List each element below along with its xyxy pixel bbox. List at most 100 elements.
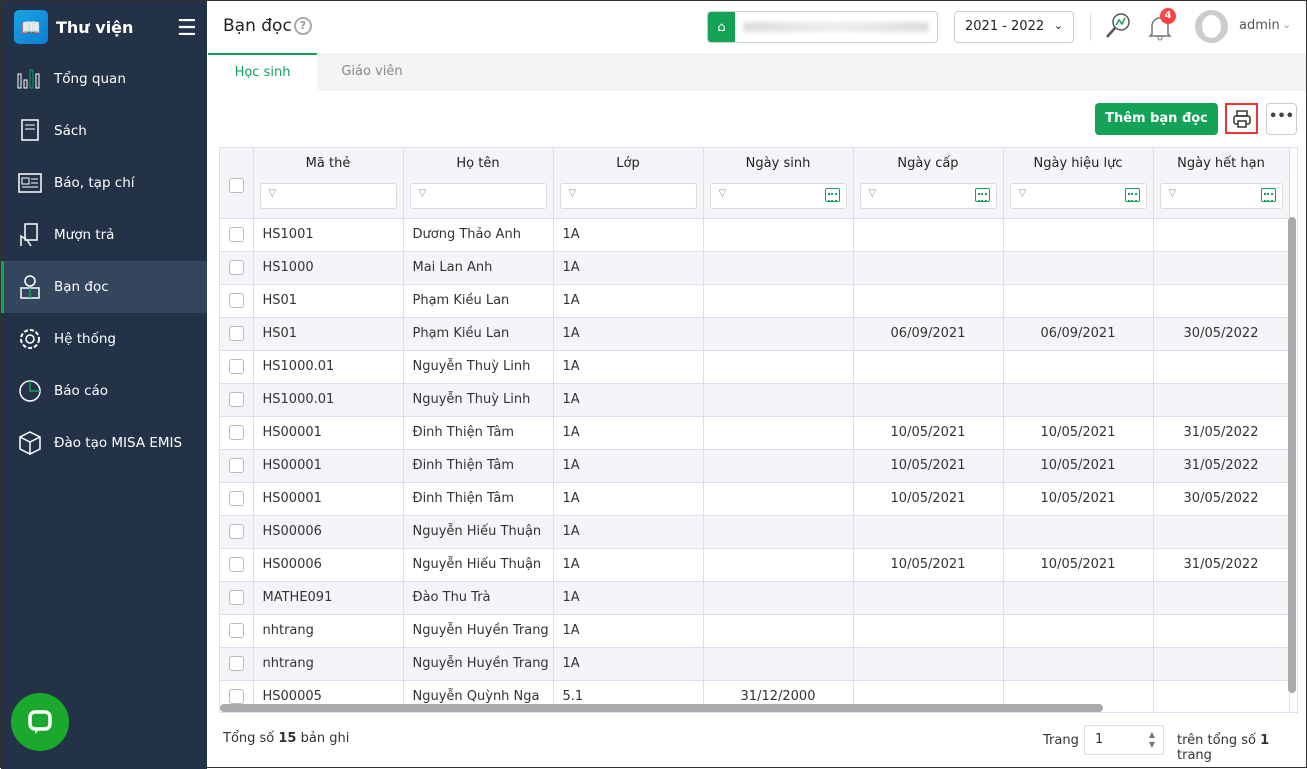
table-row[interactable]: HS00001 Đinh Thiện Tâm 1A 10/05/2021 10/05/2… — [220, 449, 1290, 483]
table-row[interactable]: HS1001 Dương Thảo Anh 1A — [220, 218, 1290, 252]
table-cell: Mai Lan Anh — [403, 251, 554, 285]
sidebar-item-5[interactable]: Hệ thống — [1, 313, 207, 365]
column-filter-input[interactable]: ▽ — [559, 183, 697, 209]
column-header[interactable]: Ngày hiệu lực ▽ — [1003, 148, 1154, 219]
table-cell — [1153, 284, 1290, 318]
menu-icon[interactable]: ☰ — [177, 16, 197, 41]
table-row[interactable]: HS00001 Đinh Thiện Tâm 1A 10/05/2021 10/05/2… — [220, 416, 1290, 450]
school-year-value: 2021 - 2022 — [965, 19, 1045, 34]
table-cell: Nguyễn Thuỳ Linh — [403, 350, 554, 384]
search-analytics-icon[interactable] — [1103, 11, 1133, 41]
column-filter-input[interactable]: ▽ — [1159, 183, 1283, 209]
row-checkbox[interactable] — [229, 392, 244, 407]
table-row[interactable]: HS00006 Nguyễn Hiếu Thuận 1A 10/05/2021 10/0… — [220, 548, 1290, 582]
row-checkbox[interactable] — [229, 623, 244, 638]
table-row[interactable]: HS00006 Nguyễn Hiếu Thuận 1A — [220, 515, 1290, 549]
column-header[interactable]: Ngày sinh ▽ — [703, 148, 854, 219]
tab-hoc-sinh[interactable]: Học sinh — [208, 53, 317, 91]
table-cell — [1153, 383, 1290, 417]
table-cell — [853, 218, 1004, 252]
row-checkbox[interactable] — [229, 458, 244, 473]
table-cell: 1A — [553, 614, 704, 648]
column-header[interactable]: Mã thẻ ▽ — [253, 148, 404, 219]
row-checkbox[interactable] — [229, 425, 244, 440]
sidebar-item-2[interactable]: Báo, tạp chí — [1, 157, 207, 209]
column-header[interactable]: Họ tên ▽ — [403, 148, 554, 219]
row-checkbox[interactable] — [229, 524, 244, 539]
vertical-scrollbar[interactable] — [1288, 217, 1296, 693]
table-row[interactable]: nhtrang Nguyễn Huyền Trang 1A — [220, 647, 1290, 681]
row-select-cell — [220, 482, 254, 516]
sidebar-item-7[interactable]: Đào tạo MISA EMIS — [1, 417, 207, 469]
select-all-checkbox[interactable] — [228, 178, 244, 193]
sidebar-item-4[interactable]: Bạn đọc — [1, 261, 207, 313]
column-header[interactable]: Ngày hết hạn ▽ — [1153, 148, 1290, 219]
page-stepper-icon[interactable]: ▲ ▼ — [1149, 730, 1155, 750]
table-row[interactable]: HS1000.01 Nguyễn Thuỳ Linh 1A — [220, 383, 1290, 417]
row-checkbox[interactable] — [229, 590, 244, 605]
sidebar-item-6[interactable]: Báo cáo — [1, 365, 207, 417]
column-filter-input[interactable]: ▽ — [259, 183, 397, 209]
add-reader-button[interactable]: Thêm bạn đọc — [1095, 103, 1218, 135]
table-row[interactable]: HS01 Phạm Kiều Lan 1A 06/09/2021 06/09/2021 3… — [220, 317, 1290, 351]
table-row[interactable]: nhtrang Nguyễn Huyền Trang 1A — [220, 614, 1290, 648]
avatar[interactable] — [1195, 10, 1228, 43]
column-filter-input[interactable]: ▽ — [859, 183, 997, 209]
sidebar-item-label: Hệ thống — [54, 331, 116, 347]
sidebar-item-3[interactable]: Mượn trả — [1, 209, 207, 261]
table-cell: HS00001 — [253, 416, 404, 450]
page-input[interactable]: 1 ▲ ▼ — [1084, 725, 1164, 755]
row-select-cell — [220, 317, 254, 351]
table-row[interactable]: HS00001 Đinh Thiện Tâm 1A 10/05/2021 10/05/2… — [220, 482, 1290, 516]
row-checkbox[interactable] — [229, 227, 244, 242]
row-checkbox[interactable] — [229, 689, 244, 704]
row-select-cell — [220, 548, 254, 582]
row-checkbox[interactable] — [229, 359, 244, 374]
column-filter-input[interactable]: ▽ — [1009, 183, 1147, 209]
table-row[interactable]: HS1000.01 Nguyễn Thuỳ Linh 1A — [220, 350, 1290, 384]
sidebar-item-1[interactable]: Sách — [1, 105, 207, 157]
table-cell — [703, 284, 854, 318]
school-name-blurred — [743, 22, 929, 32]
sidebar-item-0[interactable]: Tổng quan — [1, 53, 207, 105]
table-cell: HS00001 — [253, 482, 404, 516]
row-checkbox[interactable] — [229, 293, 244, 308]
hand-book-icon — [16, 221, 44, 249]
table-cell — [1003, 581, 1154, 615]
school-selector[interactable]: ⌂ — [707, 11, 938, 43]
table-cell: HS01 — [253, 284, 404, 318]
calendar-icon[interactable] — [974, 188, 990, 202]
table-cell: 1A — [553, 548, 704, 582]
printer-icon — [1232, 109, 1251, 128]
column-filter-input[interactable]: ▽ — [709, 183, 847, 209]
row-checkbox[interactable] — [229, 326, 244, 341]
calendar-icon[interactable] — [824, 188, 840, 202]
table-cell — [703, 350, 854, 384]
calendar-icon[interactable] — [1260, 188, 1276, 202]
table-row[interactable]: HS01 Phạm Kiều Lan 1A — [220, 284, 1290, 318]
more-options-button[interactable]: ••• — [1266, 103, 1297, 135]
tab-giao-vien[interactable]: Giáo viên — [317, 53, 427, 91]
column-header[interactable]: Lớp ▽ — [553, 148, 704, 219]
user-name[interactable]: admin — [1239, 18, 1280, 33]
column-filter-input[interactable]: ▽ — [409, 183, 547, 209]
school-year-select[interactable]: 2021 - 2022 ⌄ — [954, 11, 1074, 43]
record-count: Tổng số 15 bản ghi — [223, 731, 349, 746]
row-checkbox[interactable] — [229, 260, 244, 275]
calendar-icon[interactable] — [1124, 188, 1140, 202]
print-button[interactable] — [1225, 103, 1258, 134]
table-row[interactable]: HS1000 Mai Lan Anh 1A — [220, 251, 1290, 285]
table-cell: 1A — [553, 482, 704, 516]
table-row[interactable]: MATHE091 Đào Thu Trà 1A — [220, 581, 1290, 615]
help-icon[interactable]: ? — [294, 17, 312, 35]
table-cell: HS00001 — [253, 449, 404, 483]
row-checkbox[interactable] — [229, 656, 244, 671]
column-header[interactable]: Ngày cấp ▽ — [853, 148, 1004, 219]
chevron-down-icon[interactable]: ⌄ — [1282, 18, 1291, 31]
table-cell: 10/05/2021 — [853, 482, 1004, 516]
row-checkbox[interactable] — [229, 491, 244, 506]
row-checkbox[interactable] — [229, 557, 244, 572]
table-cell — [703, 218, 854, 252]
chat-icon[interactable] — [11, 693, 69, 751]
horizontal-scrollbar[interactable] — [220, 704, 1103, 712]
